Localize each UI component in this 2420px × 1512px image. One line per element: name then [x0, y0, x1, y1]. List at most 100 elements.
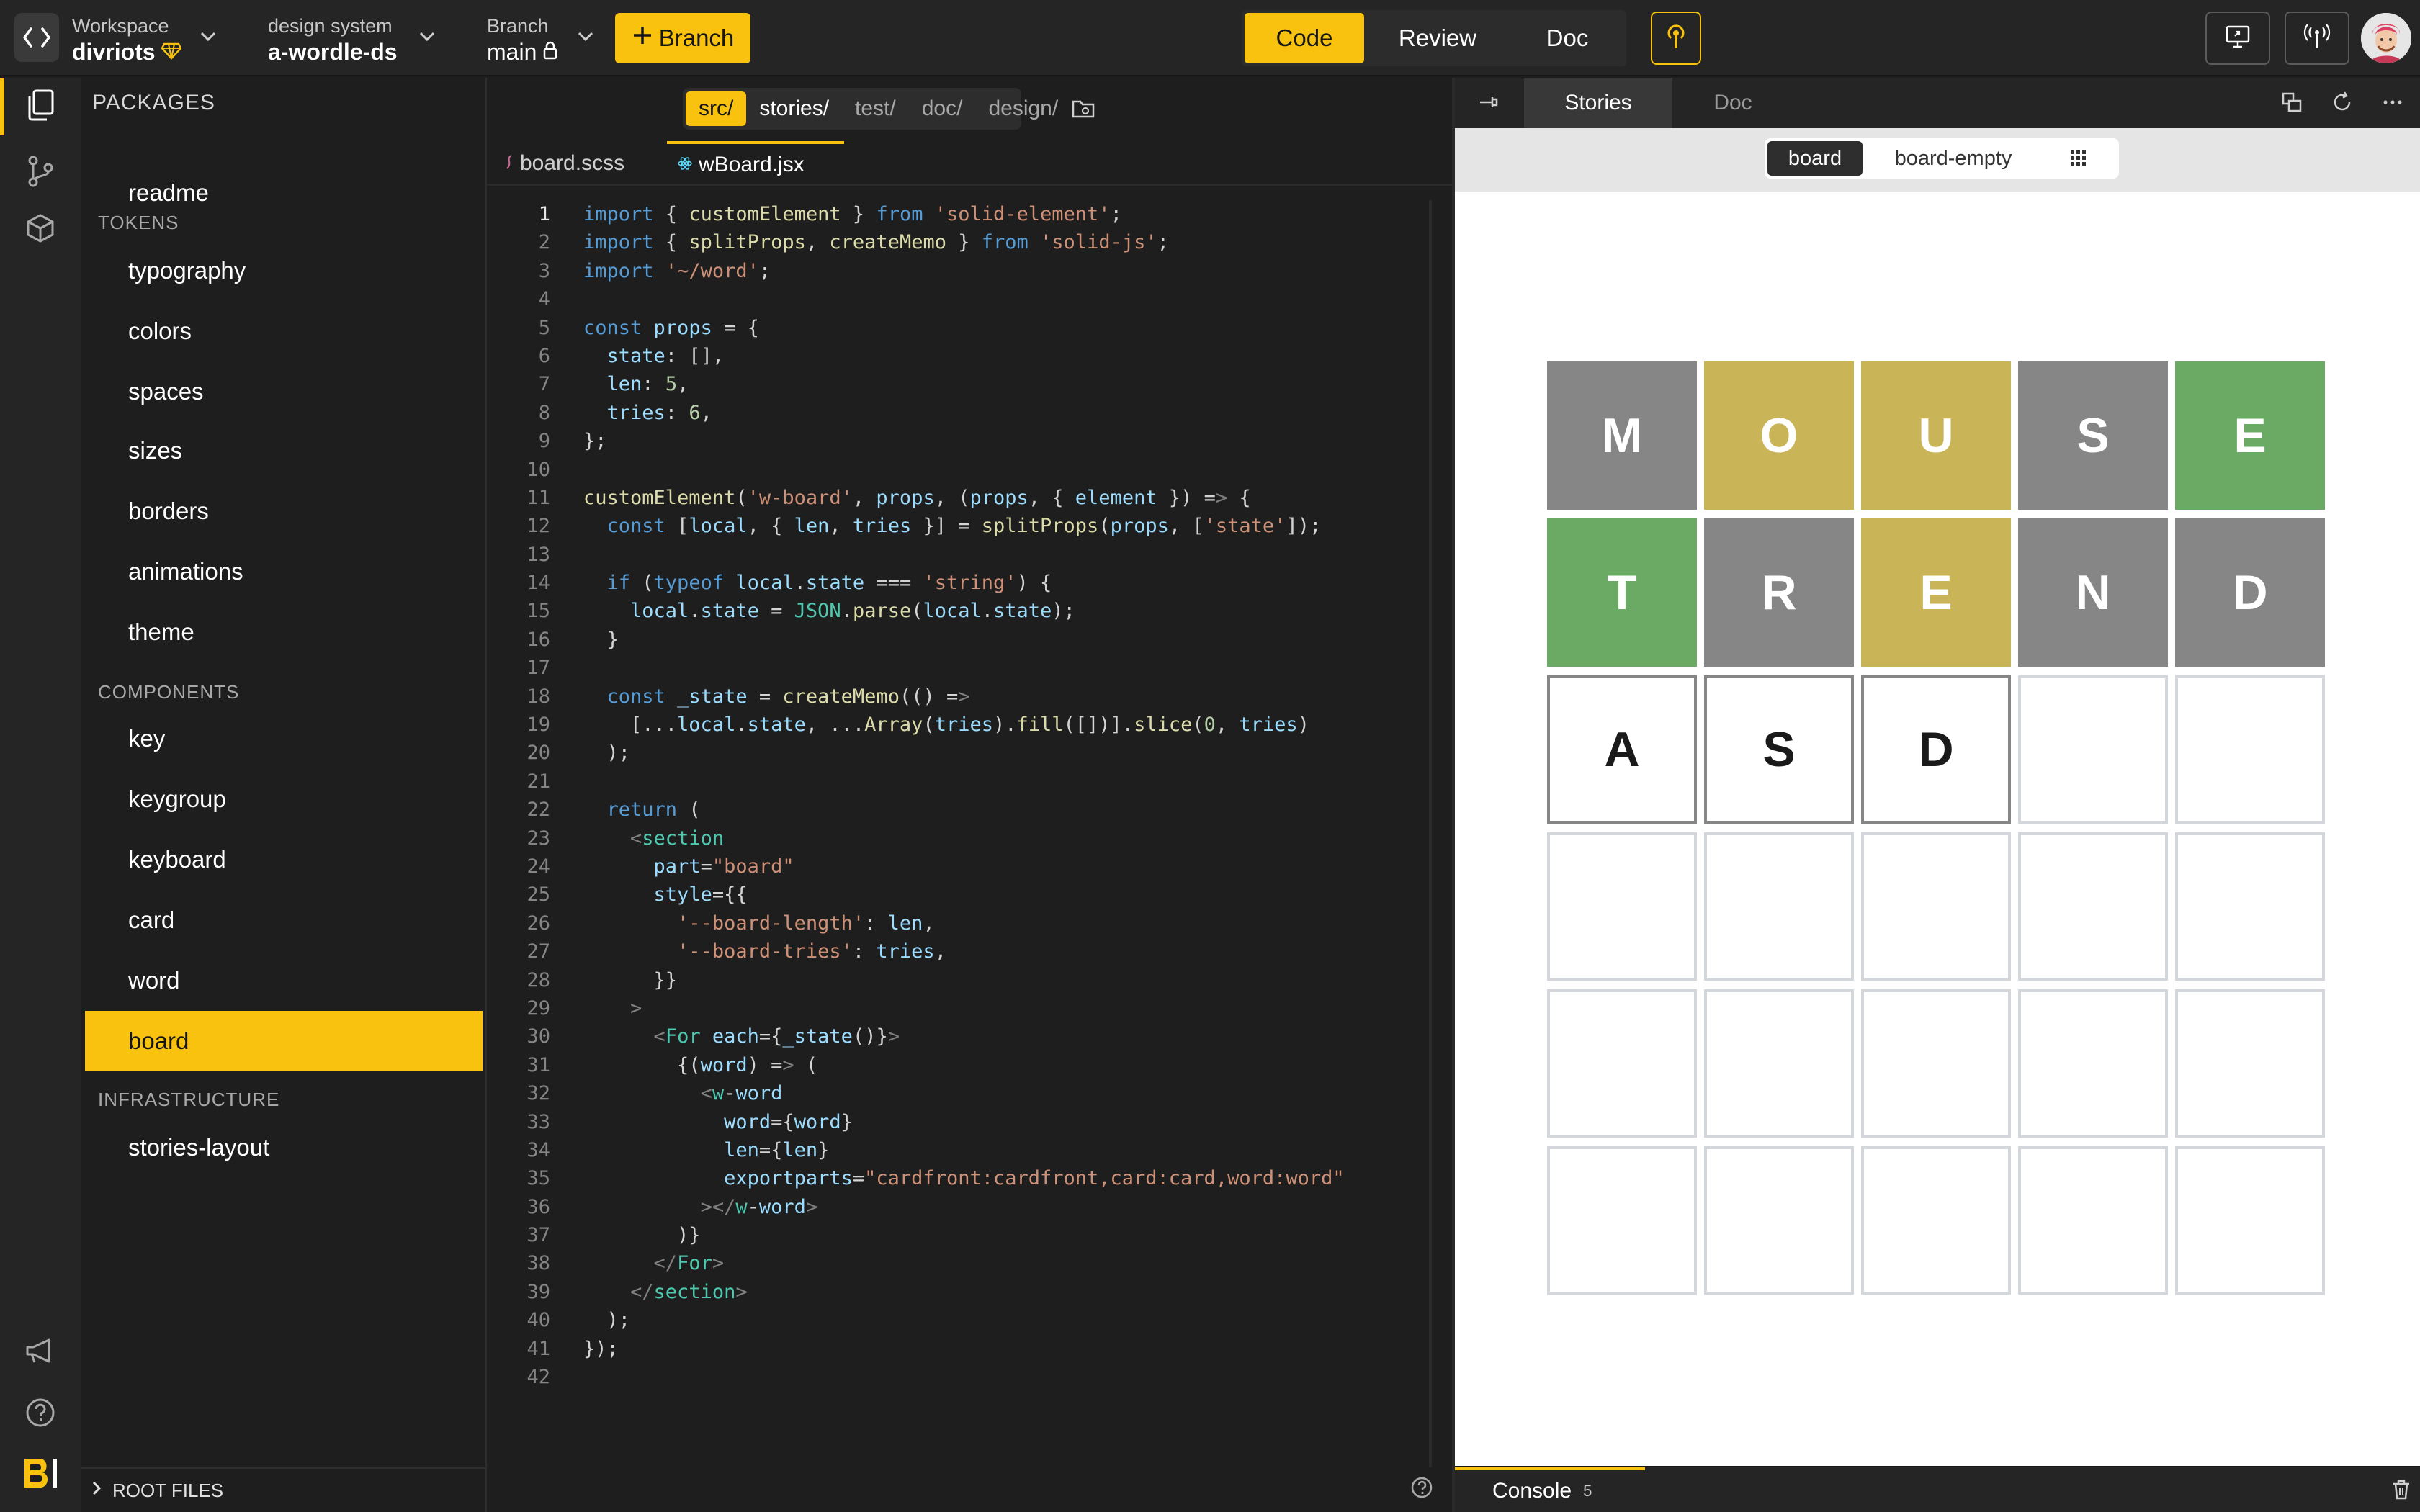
- code-line[interactable]: 14 if (typeof local.state === 'string') …: [487, 569, 1438, 597]
- code-line[interactable]: 13: [487, 541, 1438, 569]
- sidebar-item-typography[interactable]: typography: [85, 240, 483, 301]
- code-line[interactable]: 27 '--board-tries': tries,: [487, 937, 1438, 966]
- design-system-selector[interactable]: design system a-wordle-ds: [268, 14, 398, 66]
- live-share-button[interactable]: [2285, 12, 2349, 65]
- code-line[interactable]: 10: [487, 456, 1438, 484]
- code-line[interactable]: 32 <w-word: [487, 1079, 1438, 1107]
- mode-tab-review[interactable]: Review: [1364, 13, 1511, 63]
- sidebar-item-spaces[interactable]: spaces: [85, 361, 483, 422]
- editor-scrollbar[interactable]: [1429, 200, 1432, 1467]
- code-line[interactable]: 28 }}: [487, 966, 1438, 994]
- code-line[interactable]: 34 len={len}: [487, 1136, 1438, 1164]
- code-line[interactable]: 22 return (: [487, 796, 1438, 824]
- code-line[interactable]: 37 )}: [487, 1221, 1438, 1249]
- grid-view-icon[interactable]: [2044, 141, 2113, 176]
- create-branch-button[interactable]: Branch: [615, 13, 750, 63]
- story-tab-board[interactable]: board: [1767, 141, 1863, 176]
- sidebar-item-card[interactable]: card: [85, 890, 483, 950]
- branch-selector[interactable]: Branch main: [487, 14, 558, 66]
- sidebar-item-animations[interactable]: animations: [85, 541, 483, 602]
- folder-tab-stories[interactable]: stories/: [746, 91, 842, 126]
- code-area[interactable]: 1 import { customElement } from 'solid-el…: [487, 200, 1438, 1391]
- mode-tab-doc[interactable]: Doc: [1511, 13, 1623, 63]
- board-tile: A: [1547, 675, 1697, 824]
- code-line[interactable]: 40 );: [487, 1306, 1438, 1334]
- folder-tab-design[interactable]: design/: [975, 91, 1071, 126]
- code-line[interactable]: 15 local.state = JSON.parse(local.state)…: [487, 597, 1438, 625]
- code-line[interactable]: 19 [...local.state, ...Array(tries).fill…: [487, 711, 1438, 739]
- folder-tab-src[interactable]: src/: [686, 91, 747, 126]
- mode-tab-code[interactable]: Code: [1245, 13, 1364, 63]
- code-line[interactable]: 26 '--board-length': len,: [487, 909, 1438, 937]
- code-line[interactable]: 24 part="board": [487, 852, 1438, 881]
- code-line[interactable]: 3 import '~/word';: [487, 257, 1438, 285]
- code-line[interactable]: 5 const props = {: [487, 314, 1438, 342]
- user-avatar[interactable]: [2361, 13, 2411, 63]
- code-line[interactable]: 9};: [487, 427, 1438, 455]
- code-line[interactable]: 21: [487, 768, 1438, 796]
- code-line[interactable]: 23 <section: [487, 824, 1438, 852]
- code-line[interactable]: 31 {(word) => (: [487, 1051, 1438, 1079]
- sidebar-item-board[interactable]: board: [85, 1011, 483, 1071]
- code-line[interactable]: 12 const [local, { len, tries }] = split…: [487, 512, 1438, 540]
- code-line[interactable]: 39 </section>: [487, 1278, 1438, 1306]
- code-line[interactable]: 18 const _state = createMemo(() =>: [487, 683, 1438, 711]
- code-line[interactable]: 29 >: [487, 994, 1438, 1022]
- broadcast-button[interactable]: [1651, 12, 1701, 65]
- sidebar-item-sizes[interactable]: sizes: [85, 420, 483, 481]
- code-line[interactable]: 4: [487, 285, 1438, 313]
- folder-settings-icon[interactable]: [1071, 91, 1095, 126]
- code-line[interactable]: 35 exportparts="cardfront:cardfront,card…: [487, 1164, 1438, 1192]
- desktop-preview-button[interactable]: [2205, 12, 2270, 65]
- code-line[interactable]: 6 state: [],: [487, 342, 1438, 370]
- sidebar-item-key[interactable]: key: [85, 708, 483, 769]
- code-line[interactable]: 17: [487, 654, 1438, 682]
- code-line[interactable]: 41});: [487, 1335, 1438, 1363]
- story-tab-board-empty[interactable]: board-empty: [1863, 141, 2044, 176]
- trash-icon[interactable]: [2391, 1479, 2411, 1504]
- preview-tab-doc[interactable]: Doc: [1672, 78, 1793, 128]
- rail-help[interactable]: [0, 1385, 81, 1443]
- code-line[interactable]: 16 }: [487, 626, 1438, 654]
- workspace-selector[interactable]: Workspace divriots: [72, 14, 182, 66]
- folder-tab-doc[interactable]: doc/: [909, 91, 976, 126]
- workspace-chevron-down-icon[interactable]: [199, 22, 218, 54]
- rail-announcements[interactable]: [0, 1323, 81, 1381]
- sidebar-item-keygroup[interactable]: keygroup: [85, 769, 483, 829]
- help-circle-icon[interactable]: [1410, 1476, 1433, 1503]
- code-line[interactable]: 36 ></w-word>: [487, 1193, 1438, 1221]
- folder-tab-test[interactable]: test/: [842, 91, 909, 126]
- more-options-icon[interactable]: [2378, 88, 2407, 117]
- sidebar-item-keyboard[interactable]: keyboard: [85, 829, 483, 890]
- refresh-icon[interactable]: [2328, 88, 2357, 117]
- code-line[interactable]: 38 </For>: [487, 1249, 1438, 1277]
- sidebar-item-theme[interactable]: theme: [85, 602, 483, 662]
- code-line[interactable]: 20 );: [487, 739, 1438, 767]
- branch-chevron-down-icon[interactable]: [576, 22, 595, 54]
- file-tab-board-scss[interactable]: board.scss: [504, 141, 624, 186]
- rail-source-control[interactable]: [0, 144, 81, 202]
- code-line[interactable]: 2 import { splitProps, createMemo } from …: [487, 228, 1438, 256]
- design-system-chevron-down-icon[interactable]: [418, 22, 436, 54]
- code-line[interactable]: 11 customElement('w-board', props, (props…: [487, 484, 1438, 512]
- sidebar-item-stories-layout[interactable]: stories-layout: [85, 1117, 483, 1178]
- rail-files[interactable]: [0, 78, 81, 135]
- sidebar-item-word[interactable]: word: [85, 950, 483, 1011]
- root-files-toggle[interactable]: ROOT FILES: [81, 1467, 485, 1512]
- code-line[interactable]: 33 word={word}: [487, 1108, 1438, 1136]
- console-tab[interactable]: Console 5: [1455, 1467, 1645, 1512]
- code-line[interactable]: 30 <For each={_state()}>: [487, 1022, 1438, 1050]
- rail-packages[interactable]: [0, 202, 81, 259]
- pin-icon[interactable]: [1475, 88, 1504, 117]
- sidebar-item-borders[interactable]: borders: [85, 481, 483, 541]
- code-line[interactable]: 1 import { customElement } from 'solid-el…: [487, 200, 1438, 228]
- file-tab-wboard-jsx[interactable]: wBoard.jsx: [667, 141, 844, 186]
- code-line[interactable]: 25 style={{: [487, 881, 1438, 909]
- code-line[interactable]: 7 len: 5,: [487, 370, 1438, 398]
- sidebar-item-colors[interactable]: colors: [85, 301, 483, 361]
- preview-tab-stories[interactable]: Stories: [1524, 78, 1672, 128]
- code-brackets-icon[interactable]: [14, 13, 59, 62]
- code-line[interactable]: 42: [487, 1363, 1438, 1391]
- code-line[interactable]: 8 tries: 6,: [487, 399, 1438, 427]
- open-new-window-icon[interactable]: [2277, 88, 2306, 117]
